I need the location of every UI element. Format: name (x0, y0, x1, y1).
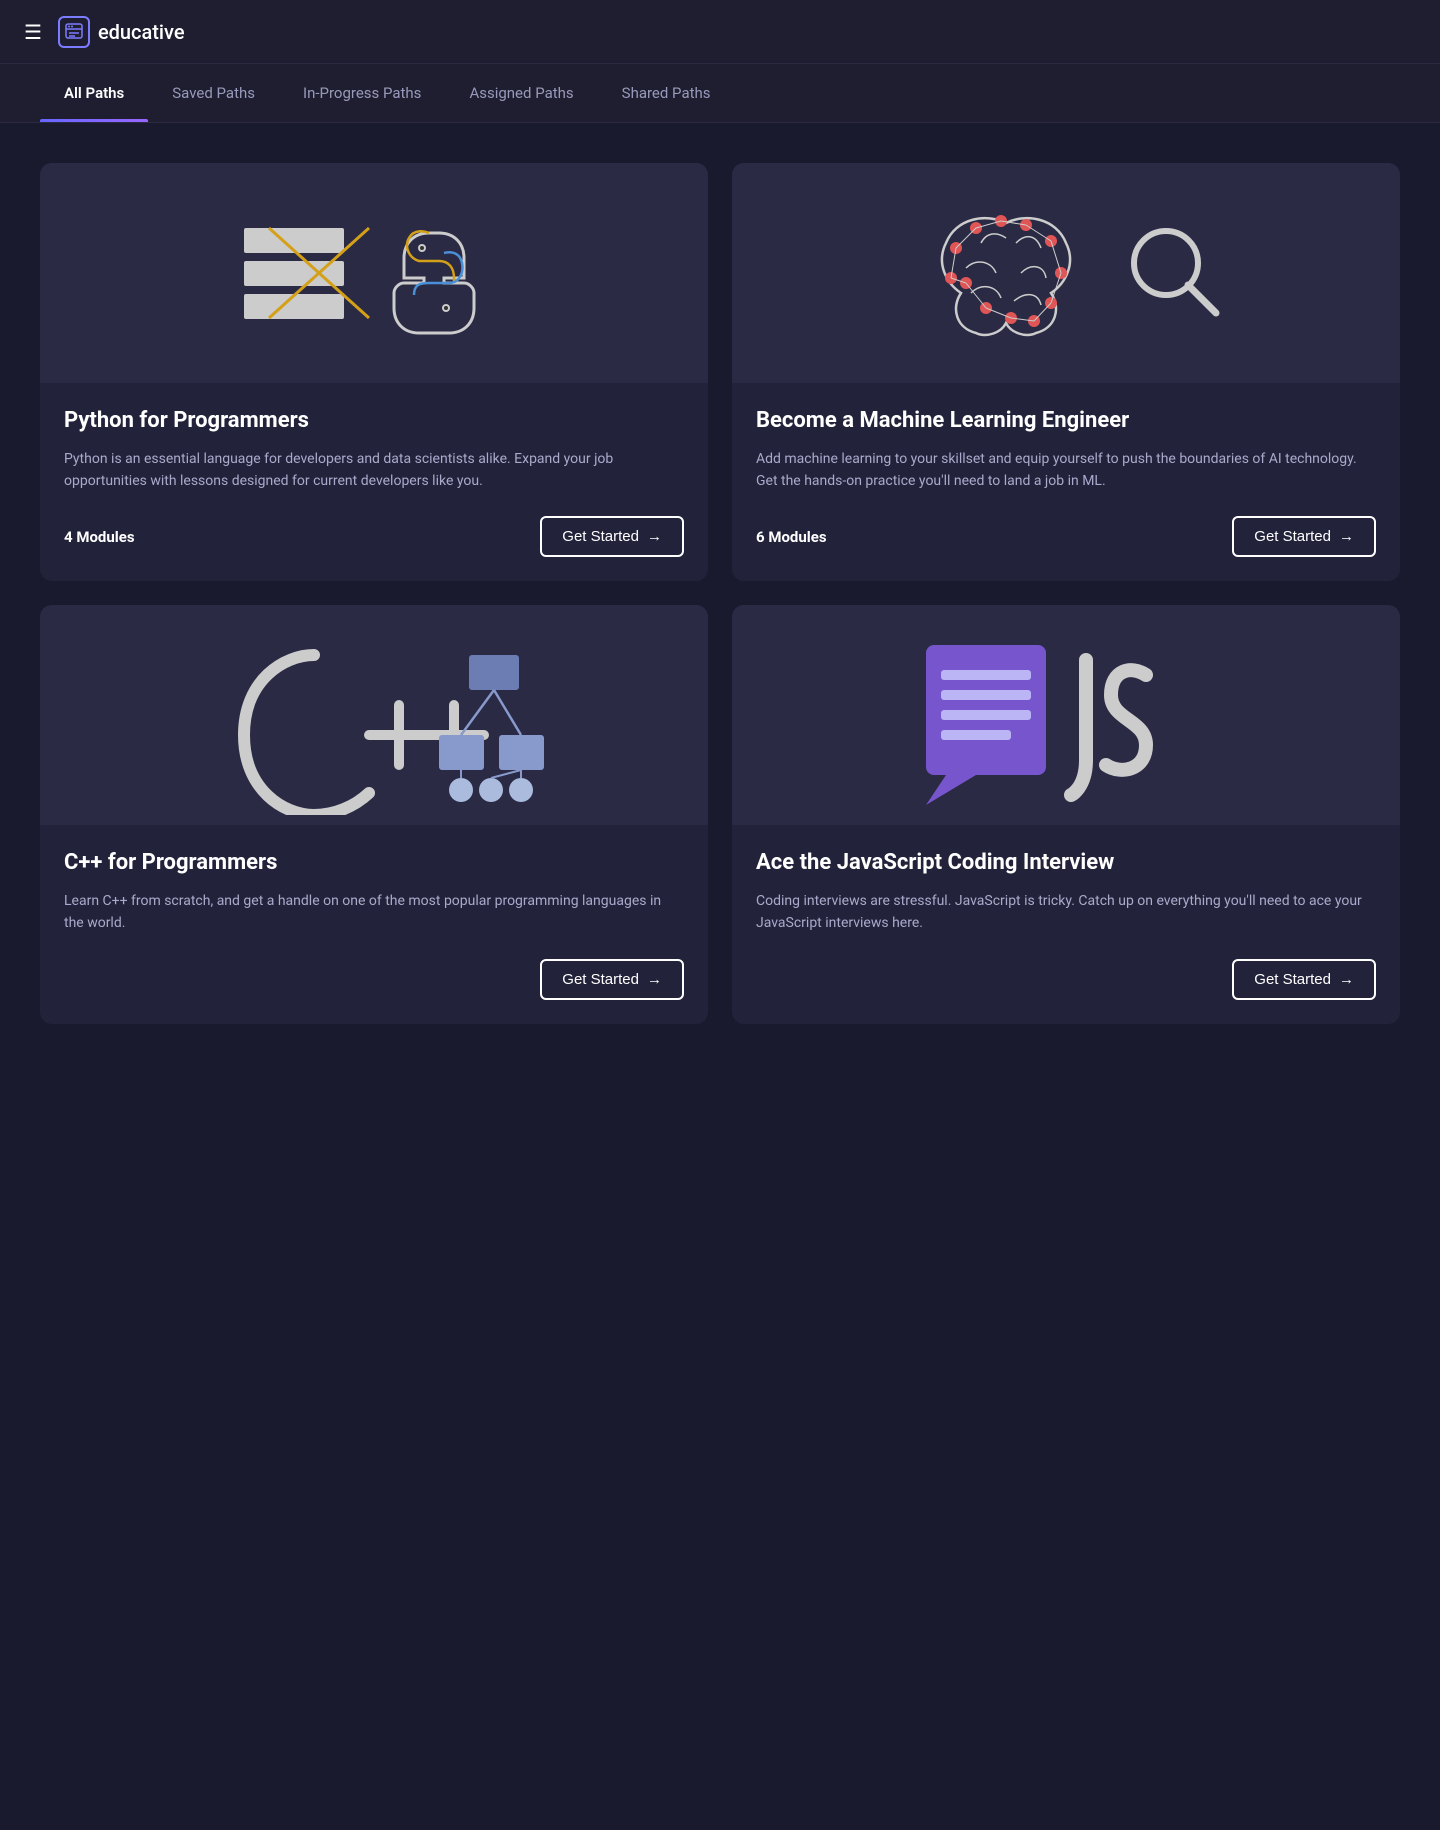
main-content: Python for Programmers Python is an esse… (0, 123, 1440, 1064)
card-title-python: Python for Programmers (64, 407, 684, 436)
card-image-ml (732, 163, 1400, 383)
card-body-ml: Become a Machine Learning Engineer Add m… (732, 383, 1400, 581)
tabs-nav: All Paths Saved Paths In-Progress Paths … (0, 64, 1440, 123)
get-started-button-cpp[interactable]: Get Started → (540, 959, 684, 1000)
python-illustration (40, 163, 708, 383)
logo-container: educative (58, 16, 185, 48)
card-title-ml: Become a Machine Learning Engineer (756, 407, 1376, 436)
card-footer-python: 4 Modules Get Started → (64, 516, 684, 557)
card-desc-cpp: Learn C++ from scratch, and get a handle… (64, 890, 684, 935)
tab-in-progress-paths[interactable]: In-Progress Paths (279, 64, 445, 122)
get-started-button-ml[interactable]: Get Started → (1232, 516, 1376, 557)
card-body-cpp: C++ for Programmers Learn C++ from scrat… (40, 825, 708, 1023)
modules-count-python: 4 Modules (64, 528, 135, 546)
tab-saved-paths[interactable]: Saved Paths (148, 64, 279, 122)
card-desc-python: Python is an essential language for deve… (64, 448, 684, 493)
card-body-js: Ace the JavaScript Coding Interview Codi… (732, 825, 1400, 1023)
card-footer-js: Get Started → (756, 959, 1376, 1000)
card-footer-cpp: Get Started → (64, 959, 684, 1000)
card-image-python (40, 163, 708, 383)
logo-text: educative (98, 20, 185, 44)
tab-all-paths[interactable]: All Paths (40, 64, 148, 122)
ml-illustration (732, 163, 1400, 383)
tab-shared-paths[interactable]: Shared Paths (598, 64, 735, 122)
get-started-button-js[interactable]: Get Started → (1232, 959, 1376, 1000)
hamburger-icon[interactable]: ☰ (24, 20, 42, 44)
card-body-python: Python for Programmers Python is an esse… (40, 383, 708, 581)
js-illustration (732, 605, 1400, 825)
card-image-js (732, 605, 1400, 825)
cpp-illustration (40, 605, 708, 825)
card-desc-js: Coding interviews are stressful. JavaScr… (756, 890, 1376, 935)
card-image-cpp (40, 605, 708, 825)
logo-icon (58, 16, 90, 48)
card-title-cpp: C++ for Programmers (64, 849, 684, 878)
card-desc-ml: Add machine learning to your skillset an… (756, 448, 1376, 493)
card-footer-ml: 6 Modules Get Started → (756, 516, 1376, 557)
card-cpp-programmers: C++ for Programmers Learn C++ from scrat… (40, 605, 708, 1023)
tab-assigned-paths[interactable]: Assigned Paths (445, 64, 597, 122)
header: ☰ educative (0, 0, 1440, 64)
get-started-button-python[interactable]: Get Started → (540, 516, 684, 557)
cards-grid: Python for Programmers Python is an esse… (40, 163, 1400, 1024)
card-title-js: Ace the JavaScript Coding Interview (756, 849, 1376, 878)
card-machine-learning: Become a Machine Learning Engineer Add m… (732, 163, 1400, 581)
card-python-programmers: Python for Programmers Python is an esse… (40, 163, 708, 581)
modules-count-ml: 6 Modules (756, 528, 827, 546)
card-javascript-interview: Ace the JavaScript Coding Interview Codi… (732, 605, 1400, 1023)
